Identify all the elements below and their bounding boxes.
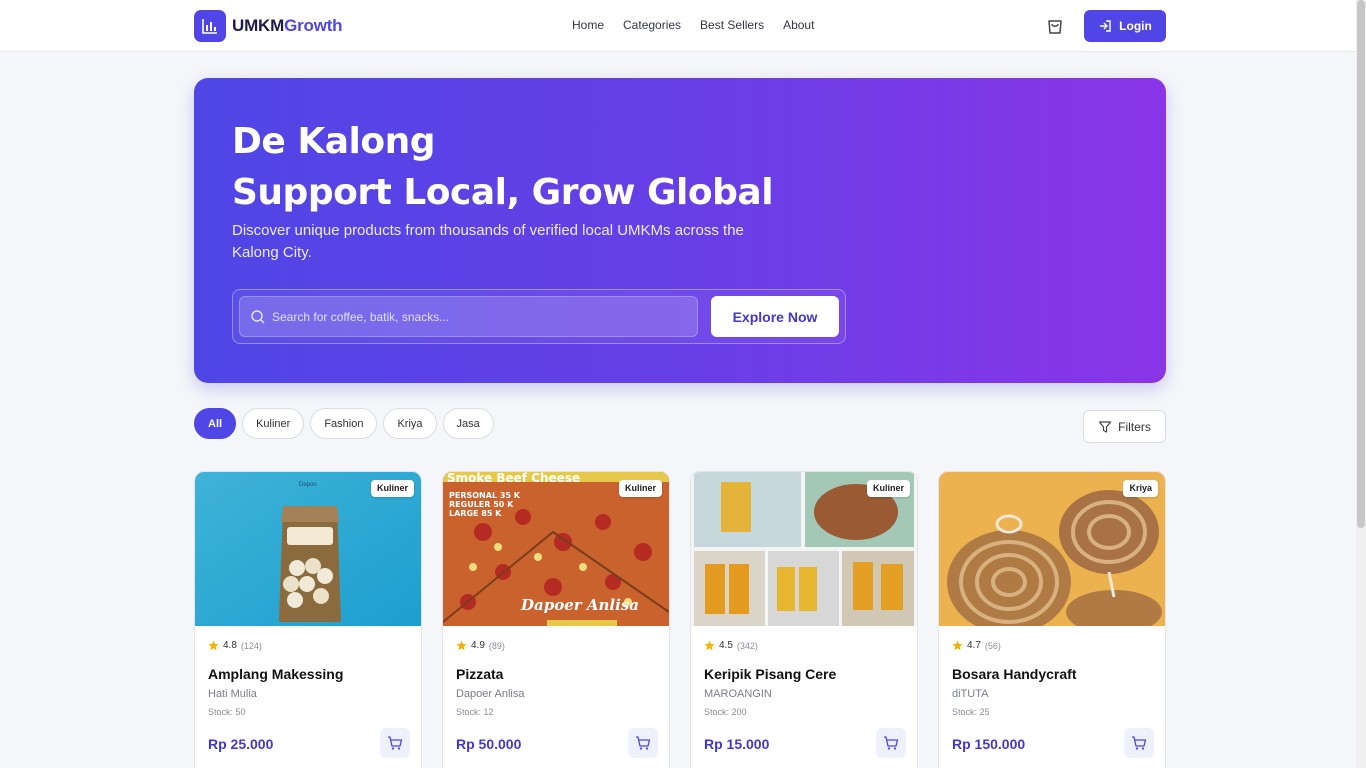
image-logo-text: Dapoer Anlisa — [520, 596, 639, 614]
star-icon — [208, 640, 219, 651]
logo-text-umkm: UMKM — [232, 16, 285, 35]
image-brand-text: Depon — [299, 482, 317, 488]
hero-title: De Kalong Support Local, Grow Global — [232, 116, 774, 218]
search-input[interactable] — [272, 297, 692, 336]
add-to-cart-button[interactable] — [1124, 728, 1154, 758]
chip-fashion[interactable]: Fashion — [310, 408, 378, 439]
cart-icon — [884, 736, 899, 750]
rating: 4.9 (89) — [456, 640, 505, 651]
page-scrollbar[interactable] — [1356, 0, 1366, 768]
shopping-bag-icon[interactable] — [1045, 16, 1065, 36]
review-count: (342) — [736, 640, 758, 651]
product-name[interactable]: Keripik Pisang Cere — [704, 666, 836, 682]
stock-info: Stock: 200 — [704, 707, 747, 717]
star-icon — [456, 640, 467, 651]
seller-name[interactable]: Hati Mulia — [208, 688, 257, 700]
product-card[interactable]: Kriya 4.7 (56) Bosara Handycraft diTUTA … — [938, 471, 1166, 768]
product-card[interactable]: Smoke Beef Cheese PERSONAL 35 K REGULER … — [442, 471, 670, 768]
chip-jasa[interactable]: Jasa — [442, 408, 494, 439]
category-badge: Kriya — [1123, 480, 1158, 497]
nav-home[interactable]: Home — [572, 18, 604, 32]
nav-best-sellers[interactable]: Best Sellers — [700, 18, 764, 32]
hero-subtitle: Discover unique products from thousands … — [232, 222, 744, 261]
product-price: Rp 15.000 — [704, 736, 770, 752]
search-field[interactable] — [239, 296, 698, 337]
product-name[interactable]: Amplang Makessing — [208, 666, 343, 682]
explore-now-button[interactable]: Explore Now — [711, 296, 839, 337]
product-price: Rp 50.000 — [456, 736, 522, 752]
chip-kuliner[interactable]: Kuliner — [242, 408, 305, 439]
login-label: Login — [1119, 19, 1152, 33]
cart-icon — [388, 736, 403, 750]
seller-name[interactable]: MAROANGIN — [704, 688, 772, 700]
nav-categories[interactable]: Categories — [623, 18, 681, 32]
login-icon — [1100, 20, 1111, 32]
category-badge: Kuliner — [618, 480, 662, 497]
search-icon — [251, 310, 265, 324]
scrollbar-thumb[interactable] — [1357, 0, 1365, 528]
star-icon — [704, 640, 715, 651]
product-name[interactable]: Pizzata — [456, 666, 503, 682]
hero-title-line1: De Kalong — [232, 121, 436, 162]
rating: 4.7 (56) — [952, 640, 1001, 651]
stock-info: Stock: 12 — [456, 707, 494, 717]
add-to-cart-button[interactable] — [876, 728, 906, 758]
rating: 4.5 (342) — [704, 640, 758, 651]
image-menu-line-1: PERSONAL 35 K — [449, 491, 521, 500]
product-card[interactable]: Depon Kuliner 4.8 (124) Amplang Makessin… — [194, 471, 422, 768]
logo-text-growth: Growth — [284, 16, 343, 35]
image-banner-text: Smoke Beef Cheese — [447, 472, 580, 485]
review-count: (124) — [240, 640, 262, 651]
review-count: (56) — [984, 640, 1001, 651]
chip-kriya[interactable]: Kriya — [383, 408, 437, 439]
logo-text: UMKMGrowth — [232, 16, 343, 36]
top-navbar: UMKMGrowth Home Categories Best Sellers … — [0, 0, 1356, 52]
filters-label: Filters — [1118, 419, 1151, 434]
image-menu-line-2: REGULER 50 K — [449, 500, 514, 509]
rating-value: 4.9 — [471, 640, 485, 651]
rating-value: 4.8 — [223, 640, 237, 651]
add-to-cart-button[interactable] — [380, 728, 410, 758]
main-nav: Home Categories Best Sellers About — [572, 18, 833, 32]
product-card[interactable]: Kuliner 4.5 (342) Keripik Pisang Cere MA… — [690, 471, 918, 768]
cart-icon — [636, 736, 651, 750]
category-badge: Kuliner — [866, 480, 910, 497]
hero-banner: De Kalong Support Local, Grow Global Disc… — [194, 78, 1166, 383]
hero-search-bar: Explore Now — [232, 289, 846, 344]
stock-info: Stock: 25 — [952, 707, 990, 717]
star-icon — [952, 640, 963, 651]
nav-about[interactable]: About — [783, 18, 814, 32]
rating: 4.8 (124) — [208, 640, 262, 651]
rating-value: 4.7 — [967, 640, 981, 651]
review-count: (89) — [488, 640, 505, 651]
product-name[interactable]: Bosara Handycraft — [952, 666, 1077, 682]
product-price: Rp 150.000 — [952, 736, 1026, 752]
cart-icon — [1132, 736, 1147, 750]
stock-info: Stock: 50 — [208, 707, 246, 717]
filter-icon — [1099, 420, 1112, 433]
login-button[interactable]: Login — [1084, 10, 1166, 42]
hero-title-line2: Support Local, Grow Global — [232, 172, 774, 213]
filters-button[interactable]: Filters — [1083, 410, 1166, 443]
logo[interactable]: UMKMGrowth — [194, 10, 343, 42]
add-to-cart-button[interactable] — [628, 728, 658, 758]
category-filter-chips: All Kuliner Fashion Kriya Jasa — [194, 408, 494, 439]
seller-name[interactable]: diTUTA — [952, 688, 988, 700]
bar-chart-logo-icon — [194, 10, 226, 42]
product-price: Rp 25.000 — [208, 736, 274, 752]
chip-all[interactable]: All — [194, 408, 237, 439]
rating-value: 4.5 — [719, 640, 733, 651]
image-menu-line-3: LARGE 85 K — [449, 509, 502, 518]
category-badge: Kuliner — [370, 480, 414, 497]
seller-name[interactable]: Dapoer Anlisa — [456, 688, 525, 700]
